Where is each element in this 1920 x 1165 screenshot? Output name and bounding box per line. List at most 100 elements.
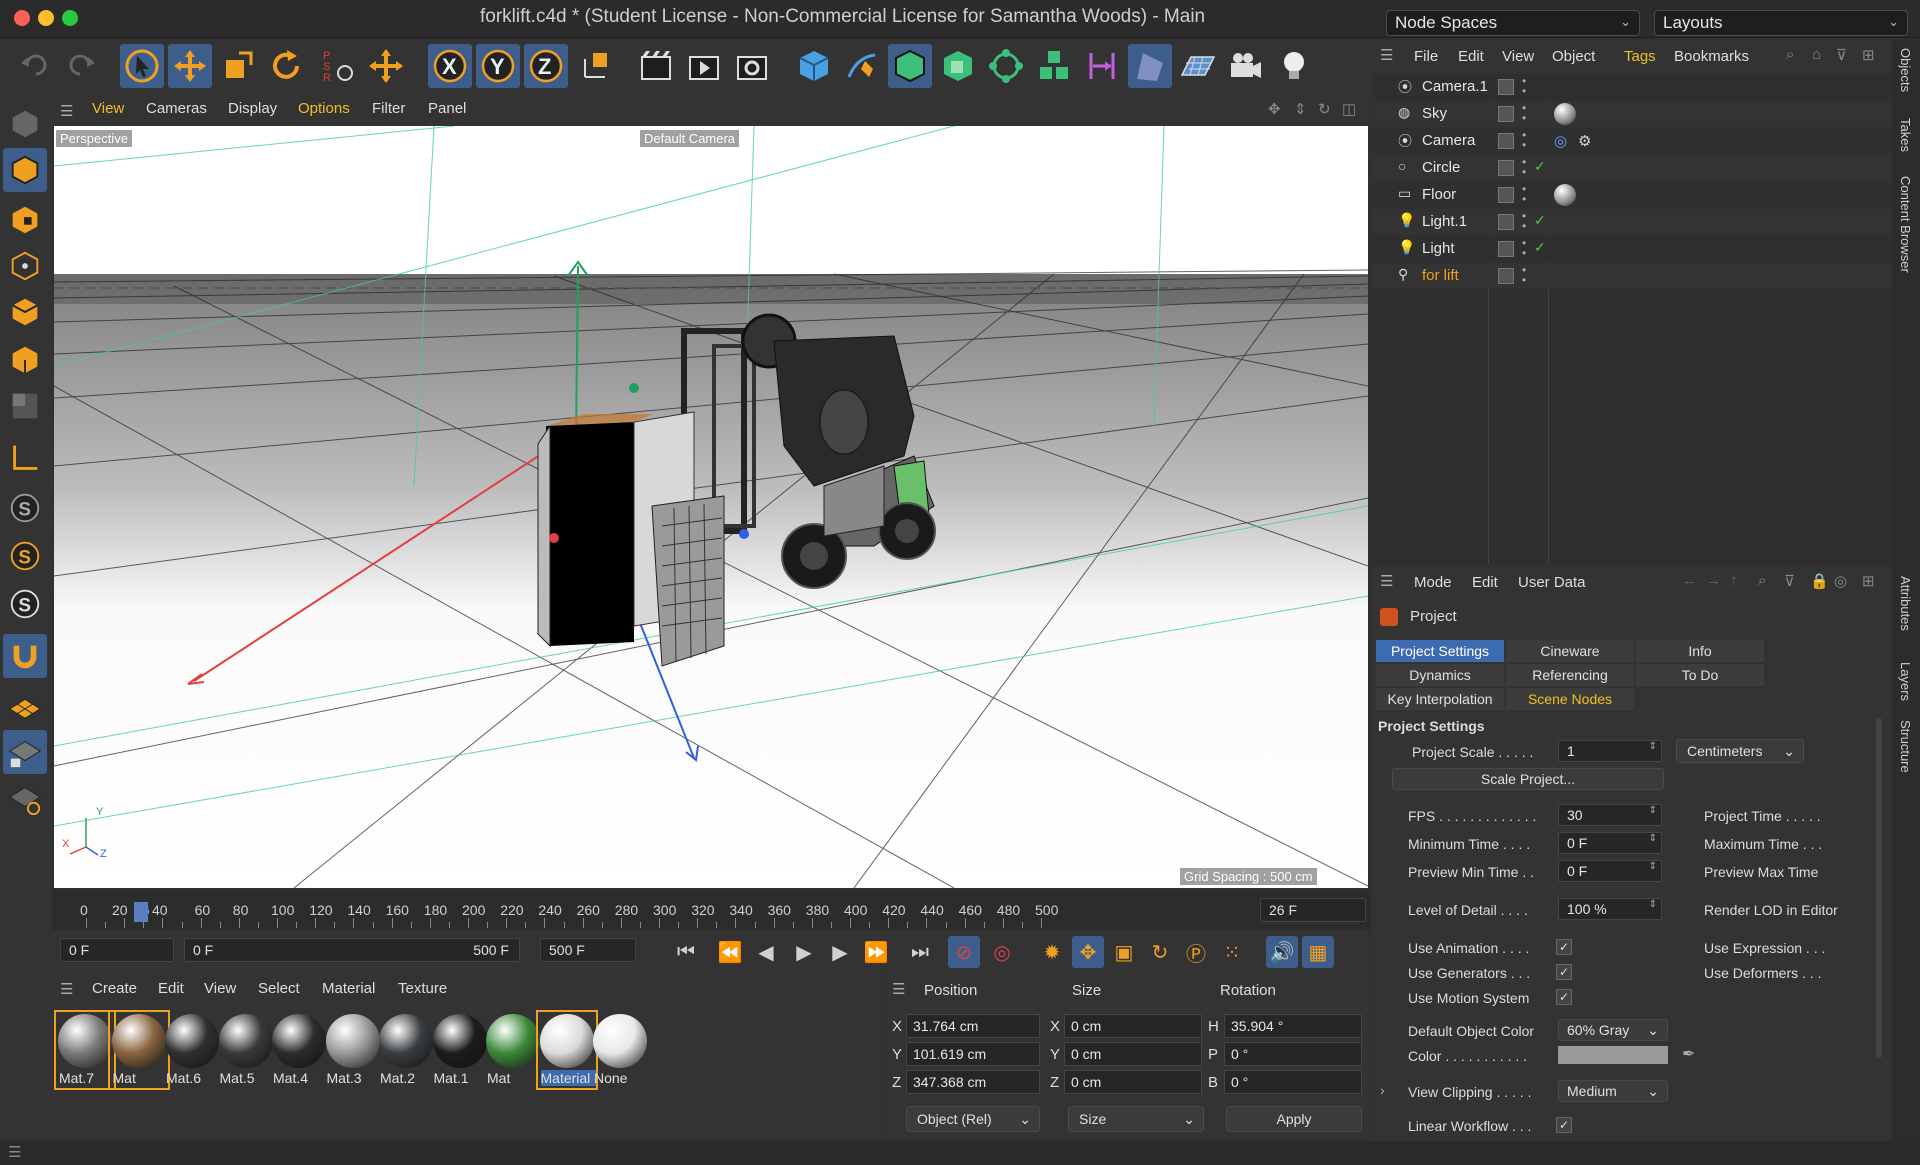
side-tab-structure[interactable]: Structure [1898, 720, 1913, 773]
scale-unit-dropdown[interactable]: Centimeters ⌄ [1676, 739, 1804, 763]
attribute-tab[interactable]: Info [1636, 640, 1764, 662]
render-picture-viewer-button[interactable] [682, 44, 726, 88]
object-menu-tags[interactable]: Tags [1624, 48, 1656, 65]
forward-arrow-icon[interactable]: → [1706, 572, 1721, 589]
attribute-tab[interactable]: Scene Nodes [1506, 688, 1634, 710]
solo-hierarchy-button[interactable]: S [3, 582, 47, 626]
timeline-ruler[interactable]: 0202640608010012014016018020022024026028… [52, 890, 1370, 930]
enabled-check-icon[interactable]: ✓ [1534, 239, 1546, 256]
axis-mode-button[interactable] [3, 436, 47, 480]
previous-frame-icon[interactable]: ◀ [750, 936, 782, 968]
visibility-dots[interactable]: • • [1522, 75, 1526, 97]
rotation-h-field[interactable]: 35.904 ° [1224, 1014, 1362, 1038]
select-tool-button[interactable] [120, 44, 164, 88]
visibility-dots[interactable]: • • [1522, 264, 1526, 286]
toggle-panel-icon[interactable]: ◫ [1342, 100, 1356, 118]
z-axis-lock-button[interactable]: Z [524, 44, 568, 88]
object-menu-bookmarks[interactable]: Bookmarks [1674, 48, 1749, 65]
scale-project-button[interactable]: Scale Project... [1392, 768, 1664, 790]
eyedropper-icon[interactable]: ✒ [1682, 1044, 1695, 1064]
default-color-dropdown[interactable]: 60% Gray ⌄ [1558, 1019, 1668, 1041]
viewport-menu-view[interactable]: View [92, 100, 124, 117]
fps-field[interactable]: 30 ⇕ [1558, 804, 1662, 826]
attribute-tab[interactable]: Cineware [1506, 640, 1634, 662]
minimize-window-button[interactable] [38, 10, 54, 26]
use-generators-checkbox[interactable]: ✓ [1556, 964, 1572, 980]
filter-icon[interactable]: ⊽ [1784, 572, 1795, 590]
scale-key-icon[interactable]: ▣ [1108, 936, 1140, 968]
start-frame-field[interactable]: 0 F [60, 938, 174, 962]
material-tag-icon[interactable] [1554, 103, 1576, 125]
go-to-start-icon[interactable]: ⏮ [670, 936, 702, 968]
close-window-button[interactable] [14, 10, 30, 26]
protection-tag-icon[interactable]: ⚙ [1578, 132, 1591, 150]
size-y-field[interactable]: 0 cm [1064, 1042, 1202, 1066]
material-menu-material[interactable]: Material [322, 980, 375, 997]
object-row[interactable]: ◍ Sky • • [1372, 101, 1892, 127]
object-menu-edit[interactable]: Edit [1458, 48, 1484, 65]
planar-workplane-button[interactable] [3, 776, 47, 820]
target-tag-icon[interactable]: ◎ [1554, 132, 1567, 150]
move-view-icon[interactable]: ✥ [1268, 100, 1281, 118]
object-menu-file[interactable]: File [1414, 48, 1438, 65]
viewport-menu-options[interactable]: Options [298, 100, 350, 117]
side-tab-layers[interactable]: Layers [1898, 662, 1913, 701]
preview-min-field[interactable]: 0 F ⇕ [1558, 860, 1662, 882]
position-y-field[interactable]: 101.619 cm [906, 1042, 1040, 1066]
rotate-view-icon[interactable]: ↻ [1318, 100, 1331, 118]
project-scale-field[interactable]: 1 ⇕ [1558, 740, 1662, 762]
polygons-mode-button[interactable] [3, 338, 47, 382]
object-name[interactable]: Camera.1 [1422, 78, 1488, 95]
psr-tool-button[interactable]: PSR [316, 44, 360, 88]
cube-primitive-button[interactable] [792, 44, 836, 88]
subdivision-surface-button[interactable] [888, 44, 932, 88]
attribute-tab[interactable]: Dynamics [1376, 664, 1504, 686]
mograph-button[interactable] [1032, 44, 1076, 88]
back-arrow-icon[interactable]: ← [1682, 572, 1697, 589]
material-item[interactable]: Mat.5 [217, 1012, 275, 1088]
object-row[interactable]: 💡 Light • • ✓ [1372, 236, 1892, 262]
material-item[interactable]: Mat.1 [431, 1012, 489, 1088]
autokey-icon[interactable]: ◎ [986, 936, 1018, 968]
zoom-view-icon[interactable]: ⇕ [1294, 100, 1307, 118]
material-item[interactable]: Mat.3 [324, 1012, 382, 1088]
viewport-camera-label[interactable]: Default Camera [640, 130, 740, 147]
target-icon[interactable]: ◎ [1834, 572, 1847, 590]
record-keyframe-icon[interactable]: ⊘ [948, 936, 980, 968]
visibility-dots[interactable]: • • [1522, 129, 1526, 151]
linear-workflow-checkbox[interactable]: ✓ [1556, 1117, 1572, 1133]
use-motion-checkbox[interactable]: ✓ [1556, 989, 1572, 1005]
previous-key-icon[interactable]: ⏪ [714, 936, 746, 968]
locked-workplane-button[interactable] [3, 730, 47, 774]
lock-icon[interactable]: 🔒 [1810, 572, 1829, 590]
object-row[interactable]: ⦿ Camera.1 • • [1372, 74, 1892, 100]
camera-button[interactable] [1224, 44, 1268, 88]
material-item[interactable]: Mat.7 [54, 1010, 116, 1090]
side-tab-objects[interactable]: Objects [1898, 48, 1913, 92]
new-panel-icon[interactable]: ⊞ [1862, 572, 1875, 590]
layer-toggle[interactable] [1498, 241, 1514, 257]
node-spaces-dropdown[interactable]: Node Spaces ⌄ [1386, 10, 1640, 36]
current-frame-field[interactable]: 26 F [1260, 898, 1366, 922]
object-name[interactable]: Light.1 [1422, 213, 1467, 230]
position-key-icon[interactable]: ✥ [1072, 936, 1104, 968]
workplane-button[interactable] [3, 684, 47, 728]
material-item[interactable]: Mat.6 [163, 1012, 221, 1088]
snap-button[interactable]: S [3, 486, 47, 530]
attribute-tab[interactable]: Project Settings [1376, 640, 1504, 662]
visibility-dots[interactable]: • • [1522, 102, 1526, 124]
light-button[interactable] [1272, 44, 1316, 88]
material-item[interactable]: Mat.4 [270, 1012, 328, 1088]
visibility-dots[interactable]: • • [1522, 156, 1526, 178]
floor-button[interactable] [1176, 44, 1220, 88]
enabled-check-icon[interactable]: ✓ [1534, 158, 1546, 175]
rotation-b-field[interactable]: 0 ° [1224, 1070, 1362, 1094]
material-item[interactable]: Mat [107, 1010, 170, 1090]
point-level-key-icon[interactable]: ⁙ [1216, 936, 1248, 968]
object-name[interactable]: Floor [1422, 186, 1456, 203]
object-row[interactable]: ⦿ Camera • • ◎ ⚙ [1372, 128, 1892, 154]
rotation-key-icon[interactable]: ↻ [1144, 936, 1176, 968]
home-icon[interactable]: ⌂ [1812, 46, 1821, 63]
material-item[interactable]: Material [535, 1010, 598, 1090]
attribute-tab[interactable]: Key Interpolation [1376, 688, 1504, 710]
